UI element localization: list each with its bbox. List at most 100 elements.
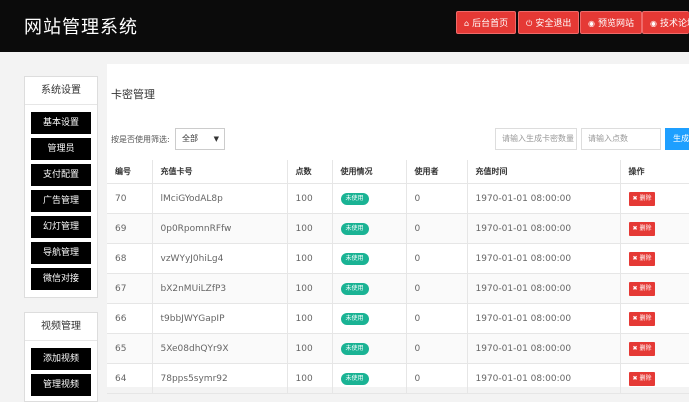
main-content: 卡密管理 按是否使用筛选: 全部 ▼ 请输入生成卡密数量 请输入点数 生成 编号… bbox=[107, 64, 689, 394]
table-row: 64 78pps5symr92 100 未使用 0 1970-01-01 08:… bbox=[107, 363, 689, 394]
status-badge: 未使用 bbox=[340, 282, 369, 295]
sidebar-item-admins[interactable]: 管理员 bbox=[31, 138, 91, 160]
header-points: 点数 bbox=[287, 160, 333, 184]
table-row: 65 5Xe08dhQYr9X 100 未使用 0 1970-01-01 08:… bbox=[107, 333, 689, 364]
header-status: 使用情况 bbox=[332, 160, 407, 184]
sidebar-item-navigation[interactable]: 导航管理 bbox=[31, 242, 91, 264]
cell-actions: ✖ 删除 bbox=[620, 333, 689, 364]
sidebar-item-wechat[interactable]: 微信对接 bbox=[31, 268, 91, 290]
cell-points: 100 bbox=[287, 213, 333, 244]
delete-button[interactable]: ✖ 删除 bbox=[628, 341, 656, 356]
cell-id: 69 bbox=[107, 213, 153, 244]
delete-button[interactable]: ✖ 删除 bbox=[628, 221, 656, 236]
header-actions: 操作 bbox=[620, 160, 689, 184]
logout-button[interactable]: ⏻ 安全退出 bbox=[518, 11, 580, 34]
cell-card: 78pps5symr92 bbox=[152, 363, 288, 394]
table-row: 68 vzWYyJ0hiLg4 100 未使用 0 1970-01-01 08:… bbox=[107, 243, 689, 274]
card-table: 编号 充值卡号 点数 使用情况 使用者 充值时间 操作 70 lMciGYodA… bbox=[107, 160, 689, 394]
cell-points: 100 bbox=[287, 273, 333, 304]
cell-points: 100 bbox=[287, 303, 333, 334]
delete-button[interactable]: ✖ 删除 bbox=[628, 281, 656, 296]
points-input[interactable]: 请输入点数 bbox=[581, 128, 661, 150]
cell-card: lMciGYodAL8p bbox=[152, 183, 288, 214]
sidebar-system-settings: 系统设置 基本设置 管理员 支付配置 广告管理 幻灯管理 导航管理 微信对接 bbox=[24, 76, 98, 298]
cell-time: 1970-01-01 08:00:00 bbox=[467, 363, 621, 394]
generate-button[interactable]: 生成 bbox=[665, 128, 689, 150]
cell-time: 1970-01-01 08:00:00 bbox=[467, 243, 621, 274]
sidebar-item-add-video[interactable]: 添加视频 bbox=[31, 348, 91, 370]
cell-status: 未使用 bbox=[332, 363, 407, 394]
cell-actions: ✖ 删除 bbox=[620, 183, 689, 214]
sidebar-item-ads[interactable]: 广告管理 bbox=[31, 190, 91, 212]
cell-points: 100 bbox=[287, 363, 333, 394]
cell-status: 未使用 bbox=[332, 273, 407, 304]
header-id: 编号 bbox=[107, 160, 153, 184]
cell-time: 1970-01-01 08:00:00 bbox=[467, 303, 621, 334]
card-count-input[interactable]: 请输入生成卡密数量 bbox=[495, 128, 577, 150]
cell-actions: ✖ 删除 bbox=[620, 303, 689, 334]
cell-time: 1970-01-01 08:00:00 bbox=[467, 183, 621, 214]
sidebar-item-slides[interactable]: 幻灯管理 bbox=[31, 216, 91, 238]
cell-time: 1970-01-01 08:00:00 bbox=[467, 273, 621, 304]
cell-user: 0 bbox=[406, 213, 468, 244]
delete-button[interactable]: ✖ 删除 bbox=[628, 251, 656, 266]
cell-user: 0 bbox=[406, 303, 468, 334]
forum-icon: ◉ bbox=[650, 19, 657, 28]
cell-id: 66 bbox=[107, 303, 153, 334]
cell-card: vzWYyJ0hiLg4 bbox=[152, 243, 288, 274]
table-row: 67 bX2nMUiLZfP3 100 未使用 0 1970-01-01 08:… bbox=[107, 273, 689, 304]
sidebar-section-title: 视频管理 bbox=[25, 313, 97, 341]
top-navbar: 网站管理系统 ⌂后台首页 ⏻安全退出 ◉预览网站 ◉技术论坛 bbox=[0, 0, 689, 52]
page-title: 卡密管理 bbox=[111, 88, 155, 101]
cell-points: 100 bbox=[287, 183, 333, 214]
cell-points: 100 bbox=[287, 243, 333, 274]
cell-actions: ✖ 删除 bbox=[620, 273, 689, 304]
status-badge: 未使用 bbox=[340, 312, 369, 325]
header-user: 使用者 bbox=[406, 160, 468, 184]
cell-user: 0 bbox=[406, 183, 468, 214]
table-row: 70 lMciGYodAL8p 100 未使用 0 1970-01-01 08:… bbox=[107, 183, 689, 214]
sidebar-section-title: 系统设置 bbox=[25, 77, 97, 105]
cell-user: 0 bbox=[406, 363, 468, 394]
cell-user: 0 bbox=[406, 333, 468, 364]
cell-id: 64 bbox=[107, 363, 153, 394]
home-icon: ⌂ bbox=[464, 19, 470, 28]
delete-button[interactable]: ✖ 删除 bbox=[628, 191, 656, 206]
status-badge: 未使用 bbox=[340, 372, 369, 385]
cell-user: 0 bbox=[406, 273, 468, 304]
eye-icon: ◉ bbox=[588, 19, 595, 28]
cell-actions: ✖ 删除 bbox=[620, 363, 689, 394]
preview-site-button[interactable]: ◉ 预览网站 bbox=[580, 11, 642, 34]
cell-time: 1970-01-01 08:00:00 bbox=[467, 333, 621, 364]
cell-points: 100 bbox=[287, 333, 333, 364]
caret-down-icon: ▼ bbox=[213, 135, 219, 143]
header-recharge-time: 充值时间 bbox=[467, 160, 621, 184]
table-row: 69 0p0RpomnRFfw 100 未使用 0 1970-01-01 08:… bbox=[107, 213, 689, 244]
cell-time: 1970-01-01 08:00:00 bbox=[467, 213, 621, 244]
sidebar-item-basic-settings[interactable]: 基本设置 bbox=[31, 112, 91, 134]
status-badge: 未使用 bbox=[340, 222, 369, 235]
cell-actions: ✖ 删除 bbox=[620, 213, 689, 244]
status-badge: 未使用 bbox=[340, 252, 369, 265]
cell-id: 68 bbox=[107, 243, 153, 274]
table-row: 66 t9bbJWYGapIP 100 未使用 0 1970-01-01 08:… bbox=[107, 303, 689, 334]
cell-status: 未使用 bbox=[332, 243, 407, 274]
header-card-number: 充值卡号 bbox=[152, 160, 288, 184]
table-header-row: 编号 充值卡号 点数 使用情况 使用者 充值时间 操作 bbox=[107, 160, 689, 184]
cell-card: 0p0RpomnRFfw bbox=[152, 213, 288, 244]
cell-id: 65 bbox=[107, 333, 153, 364]
dashboard-home-button[interactable]: ⌂ 后台首页 bbox=[456, 11, 517, 34]
cell-status: 未使用 bbox=[332, 303, 407, 334]
delete-button[interactable]: ✖ 删除 bbox=[628, 311, 656, 326]
cell-status: 未使用 bbox=[332, 183, 407, 214]
sidebar-item-manage-video[interactable]: 管理视频 bbox=[31, 374, 91, 396]
site-title: 网站管理系统 bbox=[24, 17, 138, 38]
cell-status: 未使用 bbox=[332, 333, 407, 364]
sidebar-item-payment-config[interactable]: 支付配置 bbox=[31, 164, 91, 186]
status-badge: 未使用 bbox=[340, 342, 369, 355]
cell-card: t9bbJWYGapIP bbox=[152, 303, 288, 334]
usage-filter-select[interactable]: 全部 ▼ bbox=[175, 128, 225, 150]
forum-button[interactable]: ◉技术论坛 bbox=[642, 11, 689, 34]
logout-icon: ⏻ bbox=[526, 19, 533, 28]
delete-button[interactable]: ✖ 删除 bbox=[628, 371, 656, 386]
